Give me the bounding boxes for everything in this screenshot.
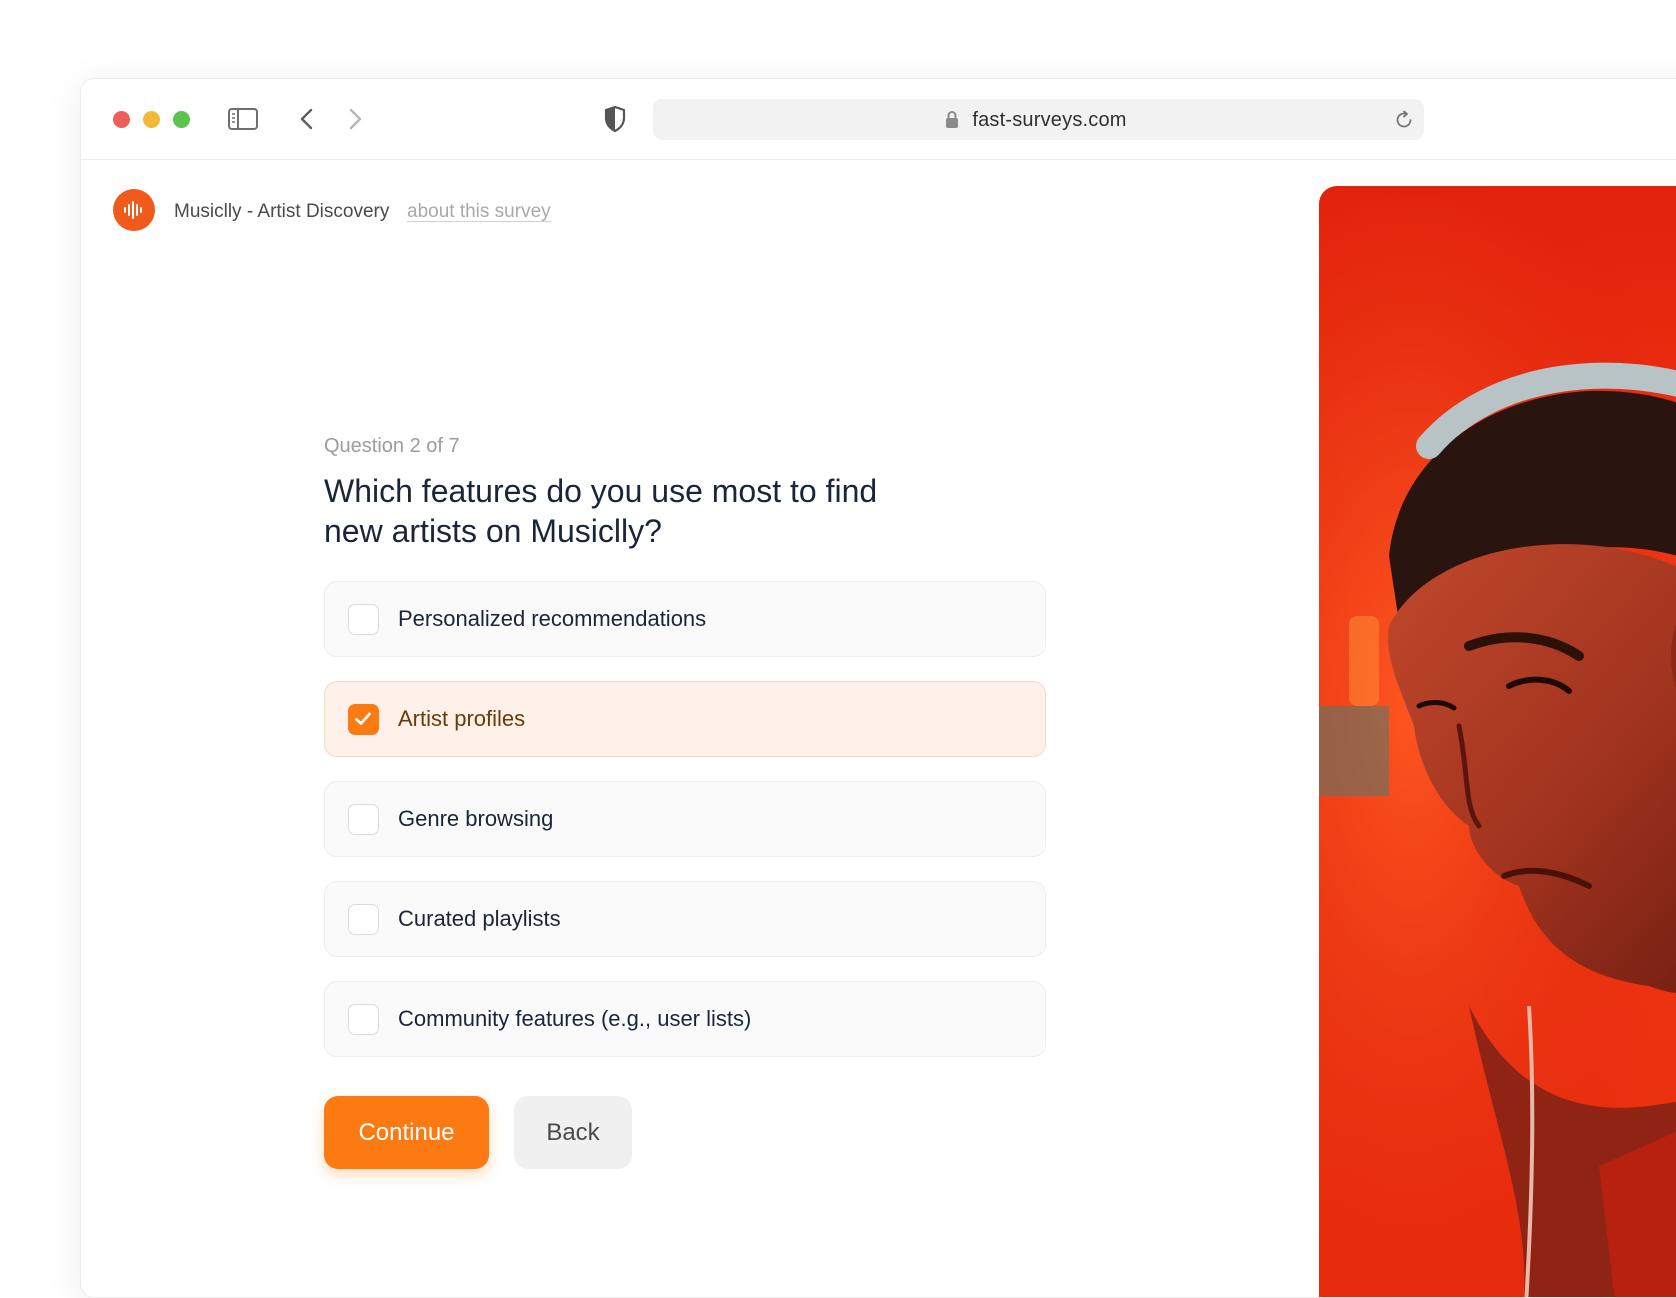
continue-button[interactable]: Continue xyxy=(324,1096,489,1169)
checkbox[interactable] xyxy=(348,804,379,835)
option-label: Community features (e.g., user lists) xyxy=(398,1006,752,1031)
question-counter: Question 2 of 7 xyxy=(324,435,460,457)
back-button[interactable]: Back xyxy=(514,1096,632,1169)
chevron-left-icon[interactable] xyxy=(299,107,315,136)
chevron-right-icon[interactable] xyxy=(347,107,363,136)
reload-icon[interactable] xyxy=(1394,110,1414,135)
about-survey-link[interactable]: about this survey xyxy=(407,201,551,223)
checkbox-checked[interactable] xyxy=(348,704,379,735)
option-label: Personalized recommendations xyxy=(398,606,707,631)
url-text: fast-surveys.com xyxy=(972,109,1127,131)
option-label: Curated playlists xyxy=(398,906,561,931)
hero-photo xyxy=(1319,186,1676,1297)
answer-options: Personalized recommendations Artist prof… xyxy=(324,581,1046,1081)
checkbox[interactable] xyxy=(348,604,379,635)
checkmark-icon xyxy=(355,712,371,725)
option-genre-browsing[interactable]: Genre browsing xyxy=(324,781,1046,857)
sidebar-icon[interactable] xyxy=(228,107,258,136)
maximize-window-button[interactable] xyxy=(173,111,190,128)
option-artist-profiles[interactable]: Artist profiles xyxy=(324,681,1046,757)
address-bar[interactable]: fast-surveys.com xyxy=(653,99,1424,140)
soundwave-icon xyxy=(123,200,145,225)
survey-brand-title: Musiclly - Artist Discovery xyxy=(174,201,390,222)
option-label: Artist profiles xyxy=(398,706,526,731)
option-personalized-recommendations[interactable]: Personalized recommendations xyxy=(324,581,1046,657)
option-label: Genre browsing xyxy=(398,806,554,831)
minimize-window-button[interactable] xyxy=(143,111,160,128)
shield-icon[interactable] xyxy=(603,105,627,138)
option-community-features[interactable]: Community features (e.g., user lists) xyxy=(324,981,1046,1057)
close-window-button[interactable] xyxy=(113,111,130,128)
checkbox[interactable] xyxy=(348,1004,379,1035)
app-logo xyxy=(113,189,155,231)
option-curated-playlists[interactable]: Curated playlists xyxy=(324,881,1046,957)
browser-window: fast-surveys.com Musiclly - Artist Disco… xyxy=(80,78,1676,1298)
checkbox[interactable] xyxy=(348,904,379,935)
question-title: Which features do you use most to find n… xyxy=(324,473,878,549)
browser-toolbar: fast-surveys.com xyxy=(81,79,1676,160)
